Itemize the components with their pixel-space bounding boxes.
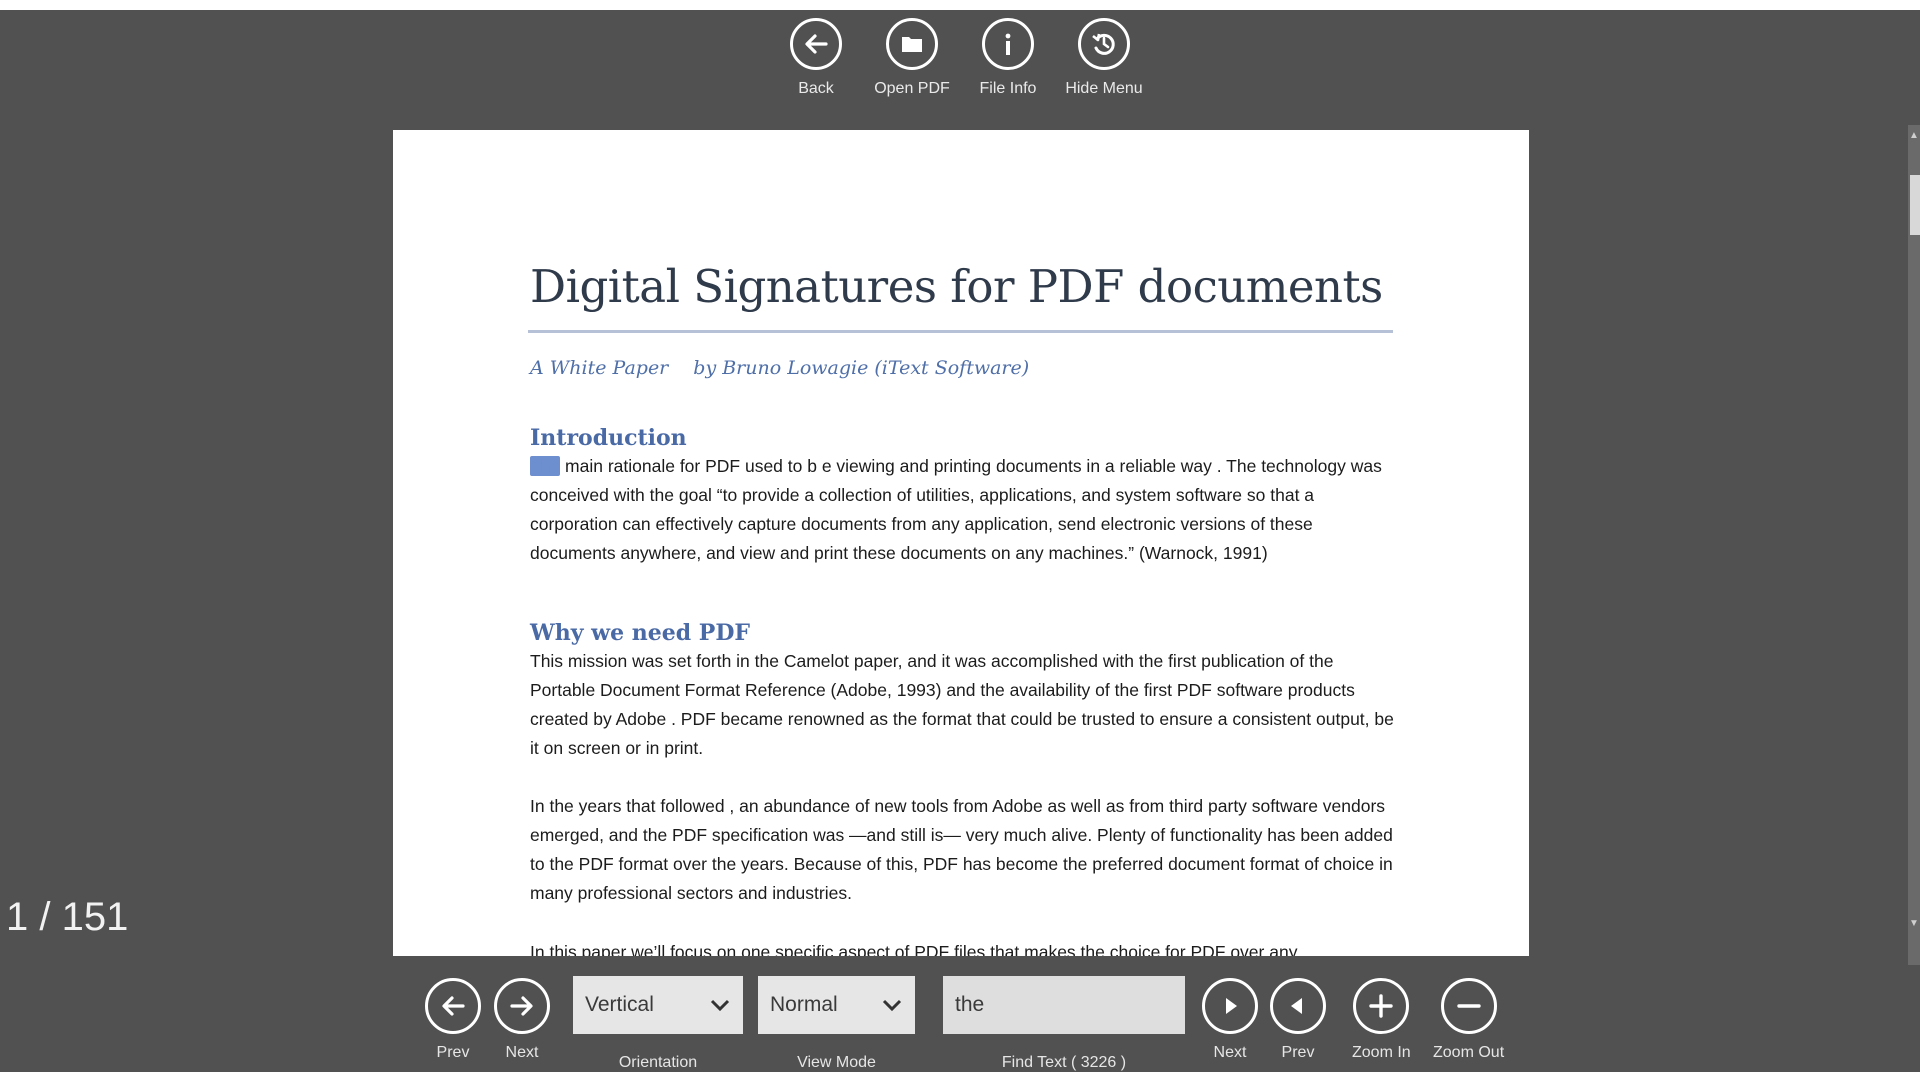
orientation-label: Orientation (618, 1054, 698, 1071)
view-mode-label: View Mode (797, 1054, 876, 1071)
find-prev-label: Prev (1281, 1044, 1315, 1061)
open-pdf-label: Open PDF (874, 80, 950, 97)
title-divider (528, 330, 1393, 333)
subtitle-white-paper: A White Paper (530, 357, 669, 379)
subtitle-author: by Bruno Lowagie (iText Software) (693, 357, 1030, 379)
vertical-scrollbar[interactable] (1908, 125, 1920, 965)
orientation-select[interactable]: Vertical (573, 976, 743, 1034)
zoom-in-button[interactable]: Zoom In (1352, 978, 1411, 1062)
view-mode-select[interactable]: Normal (758, 976, 915, 1034)
zoom-out-label: Zoom Out (1433, 1044, 1505, 1061)
info-icon (982, 18, 1034, 70)
why-paragraph-1: This mission was set forth in the Camelo… (530, 651, 1394, 758)
file-info-label: File Info (979, 80, 1037, 97)
find-next-button[interactable]: Next (1202, 978, 1258, 1062)
view-mode-value: Normal (770, 993, 838, 1016)
find-prev-button[interactable]: Prev (1270, 978, 1326, 1062)
zoom-in-label: Zoom In (1352, 1044, 1411, 1061)
next-page-button[interactable]: Next (494, 978, 550, 1062)
hide-menu-button[interactable]: Hide Menu (1065, 18, 1143, 118)
prev-page-button[interactable]: Prev (425, 978, 481, 1062)
find-next-label: Next (1213, 1044, 1247, 1061)
back-button[interactable]: Back (785, 18, 847, 118)
folder-icon (886, 18, 938, 70)
pdf-page[interactable]: Digital Signatures for PDF documents A W… (393, 130, 1529, 956)
arrow-right-circle-icon (494, 978, 550, 1034)
find-text-input[interactable] (943, 976, 1185, 1034)
scroll-up-arrow-icon[interactable]: ▲ (1909, 130, 1919, 141)
heading-introduction: Introduction (530, 425, 687, 451)
document-title: Digital Signatures for PDF documents (530, 260, 1383, 313)
scrollbar-thumb[interactable] (1910, 175, 1920, 235)
orientation-value: Vertical (585, 993, 654, 1016)
find-text-label: Find Text ( 3226 ) (1001, 1054, 1127, 1071)
play-right-icon (1202, 978, 1258, 1034)
pdf-reader-app: Back Open PDF File Info Hide Menu Digita… (0, 10, 1920, 1072)
document-subtitle: A White Paper by Bruno Lowagie (iText Sof… (530, 357, 1029, 379)
chevron-down-icon (882, 999, 902, 1012)
why-paragraph-3: In this paper we’ll focus on one specifi… (530, 942, 1298, 956)
top-app-bar: Back Open PDF File Info Hide Menu (0, 18, 1920, 118)
page-counter: 1 / 151 (6, 895, 129, 939)
hide-menu-icon (1078, 18, 1130, 70)
next-page-label: Next (505, 1044, 539, 1061)
play-left-icon (1270, 978, 1326, 1034)
chevron-down-icon (710, 999, 730, 1012)
heading-why-we-need-pdf: Why we need PDF (530, 620, 751, 646)
intro-paragraph: The main rationale for PDF used to b e v… (530, 452, 1400, 568)
hide-menu-label: Hide Menu (1065, 80, 1143, 97)
minus-icon (1440, 978, 1497, 1034)
file-info-button[interactable]: File Info (977, 18, 1039, 118)
search-highlight[interactable]: The (530, 456, 561, 476)
open-pdf-button[interactable]: Open PDF (874, 18, 950, 118)
back-label: Back (798, 80, 834, 97)
prev-page-label: Prev (436, 1044, 470, 1061)
plus-icon (1353, 978, 1410, 1034)
arrow-left-circle-icon (425, 978, 481, 1034)
back-arrow-icon (790, 18, 842, 70)
intro-paragraph-text: main rationale for PDF used to b e viewi… (530, 456, 1382, 563)
why-paragraph-2: In the years that followed , an abundanc… (530, 796, 1393, 903)
zoom-out-button[interactable]: Zoom Out (1433, 978, 1504, 1062)
scroll-down-arrow-icon[interactable]: ▼ (1909, 918, 1919, 929)
